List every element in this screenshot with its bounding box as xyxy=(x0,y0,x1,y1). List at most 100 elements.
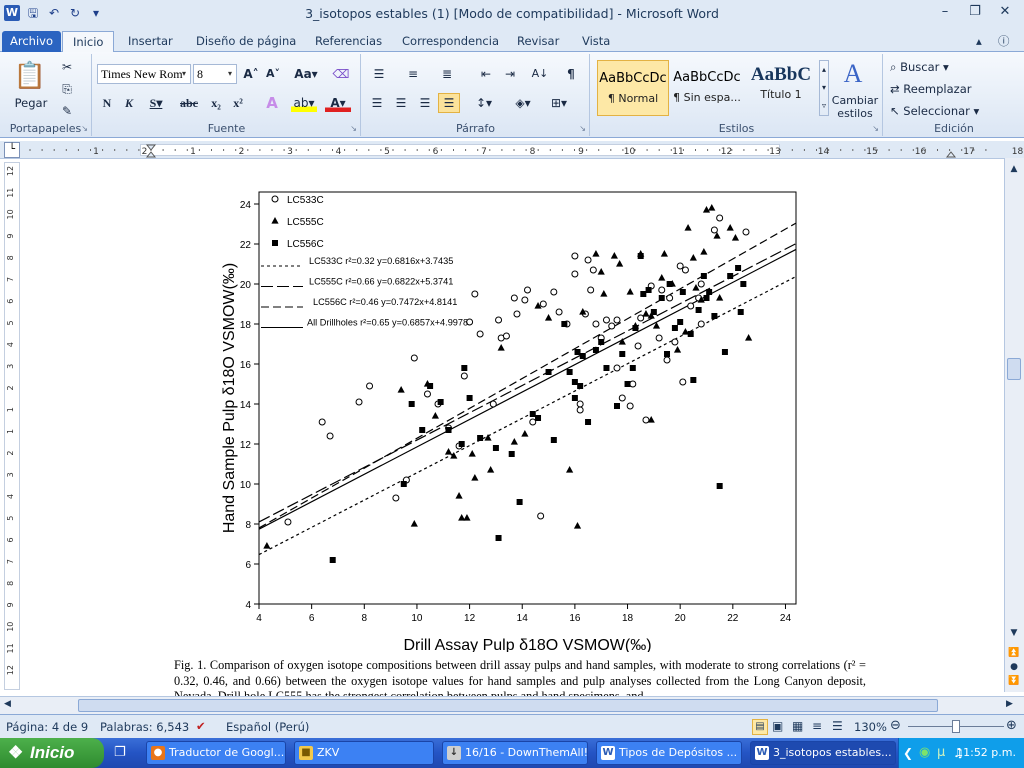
minimize-ribbon-icon[interactable]: ▴ xyxy=(972,31,986,52)
close-button[interactable]: ✕ xyxy=(990,2,1020,22)
format-painter-icon[interactable]: ✎ xyxy=(58,102,76,120)
taskbar-word-doc1[interactable]: W Tipos de Depósitos ... xyxy=(596,741,742,765)
zoom-level[interactable]: 130% xyxy=(854,720,887,734)
horizontal-scrollbar[interactable]: ◀ ▶ xyxy=(0,696,1024,714)
numbering-icon[interactable]: ≡ xyxy=(402,65,424,83)
grow-font-icon[interactable]: A˄ xyxy=(241,65,261,83)
show-desktop-icon[interactable]: ❐ xyxy=(114,745,130,761)
tab-diseno-pagina[interactable]: Diseño de página xyxy=(186,31,306,52)
borders-icon[interactable]: ⊞▾ xyxy=(546,94,572,112)
font-name-combo[interactable]: Times New Rom ▾ xyxy=(97,64,191,84)
scroll-up-icon[interactable]: ▲ xyxy=(1007,164,1021,176)
shading-icon[interactable]: ◈▾ xyxy=(510,94,536,112)
outline-icon[interactable]: ≡ xyxy=(812,719,822,733)
next-page-icon[interactable]: ⏬ xyxy=(1007,676,1021,688)
align-right-icon[interactable]: ☰ xyxy=(416,94,434,112)
taskbar-firefox[interactable]: ● Traductor de Googl... xyxy=(146,741,286,765)
tray-arrow-icon[interactable]: ❮ xyxy=(903,738,913,768)
italic-icon[interactable]: K xyxy=(121,94,137,112)
zoom-slider-thumb[interactable] xyxy=(952,720,960,733)
clear-formatting-icon[interactable]: ⌫ xyxy=(331,65,351,83)
dialog-launcher-icon[interactable]: ↘ xyxy=(579,124,586,133)
tab-archivo[interactable]: Archivo xyxy=(2,31,61,52)
superscript-icon[interactable]: x² xyxy=(229,94,247,112)
dialog-launcher-icon[interactable]: ↘ xyxy=(350,124,357,133)
chevron-down-icon[interactable]: ▾ xyxy=(224,65,236,83)
align-left-icon[interactable]: ☰ xyxy=(368,94,386,112)
tab-revisar[interactable]: Revisar xyxy=(507,31,569,52)
select-button[interactable]: ↖ Seleccionar ▾ xyxy=(890,102,979,120)
previous-page-icon[interactable]: ⏫ xyxy=(1007,648,1021,660)
network-icon[interactable]: ◉ xyxy=(919,738,930,768)
help-icon[interactable]: ⓘ xyxy=(994,31,1014,52)
language[interactable]: Español (Perú) xyxy=(226,720,309,734)
line-spacing-icon[interactable]: ↕▾ xyxy=(472,94,496,112)
vertical-scrollbar[interactable]: ▲ ▼ ⏫ ● ⏬ xyxy=(1004,158,1024,692)
paste-button[interactable]: Pegar xyxy=(8,94,54,112)
dialog-launcher-icon[interactable]: ↘ xyxy=(872,124,879,133)
font-color-icon[interactable]: A▾ xyxy=(325,94,351,112)
replace-button[interactable]: ⇄ Reemplazar xyxy=(890,80,971,98)
copy-icon[interactable]: ⎘ xyxy=(58,80,76,98)
horizontal-ruler[interactable]: └ 1212345678910111213141516171819 xyxy=(0,141,1024,159)
sort-icon[interactable]: A↓ xyxy=(530,65,550,83)
align-center-icon[interactable]: ☰ xyxy=(392,94,410,112)
utorrent-icon[interactable]: µ xyxy=(937,738,945,768)
start-button[interactable]: ❖ Inicio xyxy=(0,738,104,768)
tab-referencias[interactable]: Referencias xyxy=(305,31,392,52)
change-case-icon[interactable]: Aa▾ xyxy=(293,65,319,83)
style-sin-espaciado[interactable]: AaBbCcDc ¶ Sin espa... xyxy=(671,60,743,116)
multilevel-list-icon[interactable]: ≣ xyxy=(436,65,458,83)
increase-indent-icon[interactable]: ⇥ xyxy=(500,65,520,83)
change-styles-icon[interactable]: A xyxy=(837,58,869,90)
print-layout-icon[interactable]: ▤ xyxy=(752,719,768,735)
underline-icon[interactable]: S▾ xyxy=(145,94,167,112)
tab-vista[interactable]: Vista xyxy=(572,31,620,52)
shrink-font-icon[interactable]: A˅ xyxy=(263,65,283,83)
scroll-right-icon[interactable]: ▶ xyxy=(1006,699,1013,709)
style-titulo-1[interactable]: AaBbC Título 1 xyxy=(745,60,817,116)
taskbar-word-doc2[interactable]: W 3_isotopos estables... xyxy=(750,741,896,765)
page-count[interactable]: Página: 4 de 9 xyxy=(6,720,88,734)
horizontal-scroll-thumb[interactable] xyxy=(78,699,938,712)
show-formatting-icon[interactable]: ¶ xyxy=(562,65,580,83)
strikethrough-icon[interactable]: abc xyxy=(177,94,201,112)
zoom-in-icon[interactable]: ⊕ xyxy=(1006,718,1017,733)
minimize-button[interactable]: – xyxy=(930,2,960,22)
speaker-icon[interactable]: ♫ xyxy=(953,738,964,768)
bold-icon[interactable]: N xyxy=(99,94,115,112)
subscript-icon[interactable]: x₂ xyxy=(207,94,225,112)
tab-correspondencia[interactable]: Correspondencia xyxy=(392,31,509,52)
web-layout-icon[interactable]: ▦ xyxy=(792,719,803,733)
proofing-icon[interactable]: ✔ xyxy=(196,719,206,733)
highlight-icon[interactable]: ab▾ xyxy=(291,94,317,112)
tab-inicio[interactable]: Inicio xyxy=(62,31,115,53)
bullets-icon[interactable]: ☰ xyxy=(368,65,390,83)
vertical-scroll-thumb[interactable] xyxy=(1007,358,1021,380)
vertical-ruler[interactable]: 12 11 10 9 8 7 6 5 4 3 2 1 1 2 3 4 5 6 7 8 9 10 11 12 xyxy=(4,162,20,690)
restore-button[interactable]: ❐ xyxy=(960,2,990,22)
cut-icon[interactable]: ✂ xyxy=(58,58,76,76)
paste-icon[interactable]: 📋 xyxy=(10,58,50,94)
scroll-left-icon[interactable]: ◀ xyxy=(4,699,11,709)
scroll-down-icon[interactable]: ▼ xyxy=(1007,628,1021,640)
word-count[interactable]: Palabras: 6,543 xyxy=(100,720,189,734)
text-effects-icon[interactable]: A xyxy=(261,94,283,112)
style-normal[interactable]: AaBbCcDc ¶ Normal xyxy=(597,60,669,116)
zoom-out-icon[interactable]: ⊖ xyxy=(890,718,901,733)
justify-icon[interactable]: ☰ xyxy=(438,93,460,113)
find-button[interactable]: ⌕ Buscar ▾ xyxy=(890,58,949,76)
draft-icon[interactable]: ☰ xyxy=(832,719,843,733)
styles-scroll[interactable]: ▴ ▾ ▿ xyxy=(819,60,829,116)
tab-insertar[interactable]: Insertar xyxy=(118,31,183,52)
taskbar-folder[interactable]: ■ ZKV xyxy=(294,741,434,765)
chevron-down-icon[interactable]: ▾ xyxy=(178,65,190,83)
decrease-indent-icon[interactable]: ⇤ xyxy=(476,65,496,83)
browse-object-icon[interactable]: ● xyxy=(1007,662,1021,674)
font-size-combo[interactable]: 8 ▾ xyxy=(193,64,237,84)
document-page[interactable]: 4 6 8 10 12 14 16 18 20 22 24 4 6 8 10 12 14 16 18 20 22 24 Dr… xyxy=(24,162,1004,698)
taskbar-downthemall[interactable]: ↓ 16/16 - DownThemAll! xyxy=(442,741,588,765)
dialog-launcher-icon[interactable]: ↘ xyxy=(81,124,88,133)
full-screen-icon[interactable]: ▣ xyxy=(772,719,783,733)
change-styles-button[interactable]: Cambiar estilos xyxy=(829,94,881,120)
